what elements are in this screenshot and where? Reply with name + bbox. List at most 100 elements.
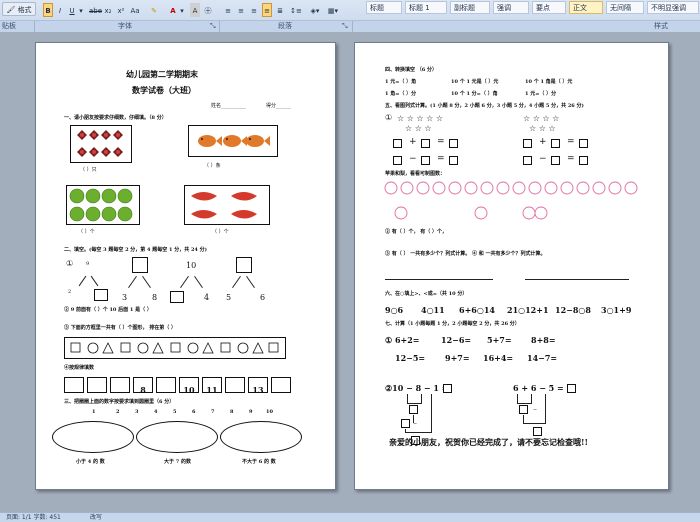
compare-3[interactable]: 6+6○14 — [459, 305, 495, 315]
highlight-icon[interactable]: ✎ — [148, 3, 160, 17]
answer-box[interactable] — [401, 419, 410, 428]
tree4-top-box[interactable] — [236, 257, 252, 273]
dialog-launcher-icon[interactable]: ⤡ — [342, 21, 348, 32]
q1-answer-a: （ ）只 — [80, 167, 97, 173]
calc-5: 12−5= — [395, 353, 426, 363]
tree1-right-box[interactable] — [94, 289, 108, 301]
style-emphasis[interactable]: 强调 — [493, 1, 529, 14]
chain-line — [517, 403, 531, 404]
row-number: 1 — [92, 409, 96, 415]
strikethrough-button[interactable]: abe — [88, 3, 102, 17]
tree-branch — [194, 275, 203, 289]
answer-box[interactable] — [551, 156, 560, 165]
superscript-button[interactable]: x² — [116, 3, 126, 17]
seq-value: 8 — [140, 385, 146, 395]
align-center-icon[interactable]: ≡ — [236, 3, 246, 17]
answer-line — [385, 279, 493, 280]
justify-icon[interactable]: ≡ — [262, 3, 272, 17]
align-right-icon[interactable]: ≡ — [249, 3, 259, 17]
shading-icon[interactable]: ◈▾ — [308, 3, 322, 17]
oval-3[interactable] — [220, 421, 302, 453]
oval-2[interactable] — [136, 421, 218, 453]
font-color-icon[interactable]: A — [168, 3, 178, 17]
style-subtitle[interactable]: 副标题 — [450, 1, 490, 14]
answer-box[interactable] — [449, 139, 458, 148]
page-2[interactable]: 四、转换填空 （6 分） 1 元=（ ）角 10 个 1 元是（ ）元 10 个… — [354, 42, 669, 490]
calc-3: 5+7= — [487, 335, 512, 345]
change-case-button[interactable]: Aa — [128, 3, 142, 17]
equals-sign: = — [437, 137, 445, 147]
answer-box[interactable] — [567, 384, 576, 393]
answer-box[interactable] — [579, 156, 588, 165]
row-number: 7 — [211, 409, 215, 415]
answer-box[interactable] — [449, 156, 458, 165]
answer-box[interactable] — [393, 156, 402, 165]
borders-icon[interactable]: ▦▾ — [326, 3, 340, 17]
equals-sign: = — [567, 154, 575, 164]
chain-line — [545, 394, 546, 424]
compare-6[interactable]: 3○1+9 — [601, 305, 631, 315]
status-right[interactable]: 改写 — [90, 513, 102, 522]
group-separator — [219, 21, 220, 32]
seq-box-8[interactable] — [225, 377, 245, 393]
answer-box[interactable] — [579, 139, 588, 148]
shape-sequence — [70, 342, 279, 354]
score-field: 得分______ — [266, 103, 292, 109]
dialog-launcher-icon[interactable]: ⤡ — [210, 21, 216, 32]
line-spacing-icon[interactable]: ↕≡ — [289, 3, 303, 17]
answer-box[interactable] — [523, 156, 532, 165]
chain-calc-2: 6 + 6 − 5 = — [513, 383, 564, 393]
minus-sign: − — [539, 154, 547, 164]
plus-sign: + — [409, 137, 417, 147]
tree1-top: 9 — [86, 261, 90, 267]
oval-1[interactable] — [52, 421, 134, 453]
seq-box-13: 13 — [248, 377, 268, 395]
group-label-paragraph: 段落 — [278, 22, 292, 30]
underline-button[interactable]: U — [67, 3, 77, 17]
bold-button[interactable]: B — [43, 3, 53, 17]
apple-icons — [69, 188, 133, 222]
tree-branch — [180, 275, 189, 289]
calc-7: 16+4= — [483, 353, 514, 363]
compare-5[interactable]: 12−8○8 — [555, 305, 591, 315]
compare-1[interactable]: 9○6 — [385, 305, 403, 315]
tree-branch — [232, 275, 241, 289]
seq-box-10[interactable] — [271, 377, 291, 393]
answer-box[interactable] — [523, 139, 532, 148]
seq-box-2[interactable] — [87, 377, 107, 393]
char-shading-button[interactable]: A — [190, 3, 200, 17]
compare-2[interactable]: 4○11 — [421, 305, 445, 315]
style-subtle-emphasis[interactable]: 不明显强调 — [647, 1, 699, 14]
pepper-picture — [184, 185, 270, 225]
document-workspace[interactable]: 幼儿园第二学期期末 数学试卷（大班） 姓名__________ 得分______… — [0, 32, 700, 512]
page-1[interactable]: 幼儿园第二学期期末 数学试卷（大班） 姓名__________ 得分______… — [35, 42, 336, 490]
answer-box[interactable] — [421, 139, 430, 148]
seq-box-3[interactable] — [110, 377, 130, 393]
seq-box-5[interactable] — [156, 377, 176, 393]
compare-4[interactable]: 21○12+1 — [507, 305, 549, 315]
answer-box[interactable] — [409, 405, 418, 414]
answer-box[interactable] — [393, 139, 402, 148]
align-left-icon[interactable]: ≡ — [223, 3, 233, 17]
answer-box[interactable] — [443, 384, 452, 393]
seq-box-1[interactable] — [64, 377, 84, 393]
style-key[interactable]: 要点 — [532, 1, 566, 14]
row-number: 4 — [154, 409, 158, 415]
tree2-top-box[interactable] — [132, 257, 148, 273]
answer-box[interactable] — [519, 405, 528, 414]
enclose-char-button[interactable]: ㊉ — [203, 3, 213, 17]
answer-box[interactable] — [551, 139, 560, 148]
subscript-button[interactable]: x₂ — [103, 3, 113, 17]
style-no-spacing[interactable]: 无间隔 — [606, 1, 644, 14]
format-painter-button[interactable]: 🖌 格式刷 — [2, 2, 36, 28]
answer-box[interactable] — [533, 427, 542, 436]
distributed-icon[interactable]: ≣ — [275, 3, 285, 17]
style-normal[interactable]: 正文 — [569, 1, 603, 14]
style-title[interactable]: 标题 — [366, 1, 402, 14]
italic-button[interactable]: I — [55, 3, 65, 17]
style-heading1[interactable]: 标题 1 — [405, 1, 447, 14]
answer-box[interactable] — [421, 156, 430, 165]
font-color-dropdown-icon[interactable]: ▾ — [179, 3, 185, 17]
underline-dropdown-icon[interactable]: ▾ — [78, 3, 84, 17]
tree3-left-box[interactable] — [170, 291, 184, 303]
